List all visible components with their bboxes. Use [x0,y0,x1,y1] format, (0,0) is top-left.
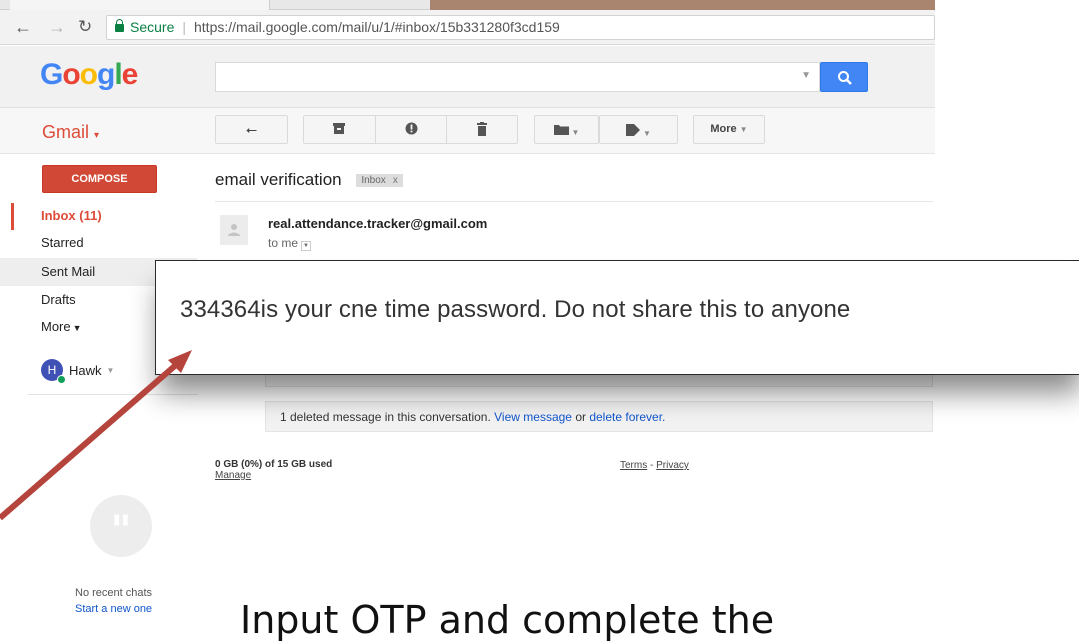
back-to-inbox-button[interactable]: ⭠ [215,115,288,144]
chevron-down-icon: ▼ [106,365,115,375]
spam-icon [405,122,417,135]
logo-letter: o [79,58,98,91]
otp-message-text: 334364is your cne time password. Do not … [180,296,851,323]
search-button[interactable] [820,62,868,92]
sidebar-item-label: More [41,319,71,334]
storage-usage: 0 GB (0%) of 15 GB used [215,459,333,470]
folder-icon [553,125,569,135]
secure-label: Secure [130,19,175,35]
account-name: Hawk [69,362,102,378]
person-icon [228,224,240,236]
chevron-down-icon: ▼ [72,323,82,333]
gmail-label: Gmail [42,122,90,142]
chevron-down-icon: ▼ [571,128,580,137]
sender-email[interactable]: real.attendance.tracker@gmail.com [268,216,487,231]
link-separator: - [650,460,654,471]
sidebar-item-inbox[interactable]: Inbox (11) [0,202,197,230]
no-recent-chats-text: No recent chats [75,587,153,599]
report-spam-button[interactable] [376,115,446,144]
more-label: More [710,123,737,135]
view-message-link[interactable]: View message [494,410,572,424]
manage-storage-link[interactable]: Manage [215,470,251,481]
remove-label-icon[interactable]: x [393,175,398,186]
url-text: https://mail.google.com/mail/u/1/#inbox/… [194,19,560,35]
divider [28,394,198,395]
chevron-down-icon: ▾ [94,130,100,141]
deleted-message-notice: 1 deleted message in this conversation. … [265,401,933,432]
privacy-link[interactable]: Privacy [656,460,689,471]
recipient-line: to me ▼ [268,236,312,251]
online-status-dot [57,375,66,384]
reload-icon[interactable]: ↻ [78,17,92,37]
delete-forever-link[interactable]: delete forever. [589,410,665,424]
search-options-caret-icon[interactable]: ▼ [801,70,811,81]
avatar: H [41,359,66,384]
lock-icon [115,19,124,32]
arrow-line [0,361,179,521]
forward-arrow-icon[interactable]: → [48,17,66,37]
labels-button[interactable]: ▼ [599,115,678,144]
start-new-chat-link[interactable]: Start a new one [75,603,152,615]
chevron-down-icon: ▼ [739,125,748,134]
zoomed-message-callout: 334364is your cne time password. Do not … [155,260,1079,375]
more-actions-button[interactable]: More ▼ [693,115,765,144]
back-arrow-icon[interactable]: ← [14,17,32,37]
deleted-notice-text: 1 deleted message in this conversation. [280,410,491,424]
logo-letter: e [121,58,139,91]
gmail-toolbar: Gmail ▾ ⭠ ▼ ▼ More ▼ [0,108,935,154]
delete-button[interactable] [447,115,517,144]
browser-toolbar: ← → ↻ Secure | https://mail.google.com/mai… [0,10,935,45]
gmail-header: Google ▼ [0,46,935,108]
terms-link[interactable]: Terms [620,460,647,471]
email-subject: email verification Inbox x [215,170,403,190]
archive-button[interactable] [303,115,375,144]
logo-letter: G [40,58,63,91]
quote-icon: " [90,495,152,557]
back-arrow-icon: ⭠ [245,121,258,137]
subject-text: email verification [215,170,342,189]
browser-tab[interactable] [10,0,270,10]
hangouts-account[interactable]: H Hawk ▼ [41,359,115,384]
chevron-down-icon: ▼ [643,129,651,138]
logo-letter: o [62,58,80,91]
gmail-app-menu[interactable]: Gmail ▾ [42,122,99,143]
compose-button[interactable]: COMPOSE [42,165,157,193]
sender-avatar [220,215,248,245]
address-bar[interactable]: Secure | https://mail.google.com/mail/u/1/… [106,15,935,40]
archive-icon [333,123,345,134]
sidebar-item-starred[interactable]: Starred [0,229,197,257]
inbox-label-chip[interactable]: Inbox x [356,174,403,188]
avatar-initial: H [47,363,57,377]
logo-letter: l [114,58,122,91]
trash-icon [477,122,487,136]
move-to-button[interactable]: ▼ [534,115,599,144]
search-input[interactable]: ▼ [215,62,820,92]
search-icon [838,71,852,85]
or-text: or [575,410,586,424]
logo-letter: g [97,58,115,91]
slide-caption: Input OTP and complete the [240,598,775,642]
footer-links: Terms - Privacy [620,460,689,471]
label-tag-icon [626,124,641,136]
recipient-text: to me [268,236,299,250]
browser-tab[interactable] [430,0,935,10]
divider [215,201,933,202]
show-details-dropdown-icon[interactable]: ▼ [301,241,312,251]
browser-tab-strip [0,0,935,10]
google-logo[interactable]: Google [40,58,139,92]
separator: | [182,19,186,35]
label-text: Inbox [361,175,386,187]
